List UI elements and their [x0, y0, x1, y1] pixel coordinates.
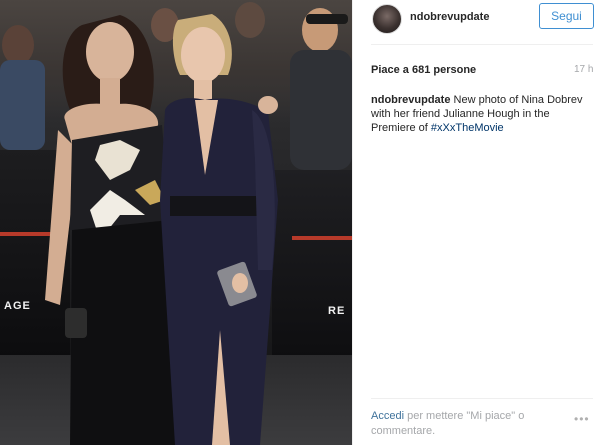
post-sidebar: ndobrevupdate Segui Piace a 681 persone … — [352, 0, 600, 445]
post-photo[interactable]: AGE RE — [0, 0, 352, 445]
likes-count[interactable]: Piace a 681 persone — [371, 64, 476, 76]
crowd-person — [2, 25, 34, 65]
hand-on-shoulder — [258, 96, 278, 114]
hand — [232, 273, 248, 293]
caption: ndobrevupdate New photo of Nina Dobrev w… — [371, 93, 591, 135]
avatar[interactable] — [372, 4, 402, 34]
follow-button[interactable]: Segui — [539, 3, 594, 29]
header-divider — [371, 44, 593, 45]
footer-divider — [371, 398, 593, 399]
people-illustration — [0, 2, 352, 445]
post-header: ndobrevupdate Segui — [353, 0, 600, 38]
dress-belt — [170, 196, 270, 216]
face — [181, 27, 225, 83]
crowd-person — [235, 2, 265, 38]
hashtag-link[interactable]: #xXxTheMovie — [431, 122, 504, 134]
login-prompt: Accedi per mettere "Mi piace" o commenta… — [371, 409, 571, 439]
neck — [100, 78, 120, 108]
clutch-left — [65, 308, 87, 338]
crowd-person — [0, 60, 45, 150]
crowd-glasses — [306, 14, 348, 24]
header-username[interactable]: ndobrevupdate — [410, 11, 489, 23]
login-link[interactable]: Accedi — [371, 410, 404, 422]
more-options-icon[interactable]: ••• — [574, 412, 590, 426]
caption-username[interactable]: ndobrevupdate — [371, 94, 450, 106]
post-timestamp[interactable]: 17 h — [574, 64, 593, 75]
face — [86, 22, 134, 82]
crowd-person — [290, 50, 352, 170]
